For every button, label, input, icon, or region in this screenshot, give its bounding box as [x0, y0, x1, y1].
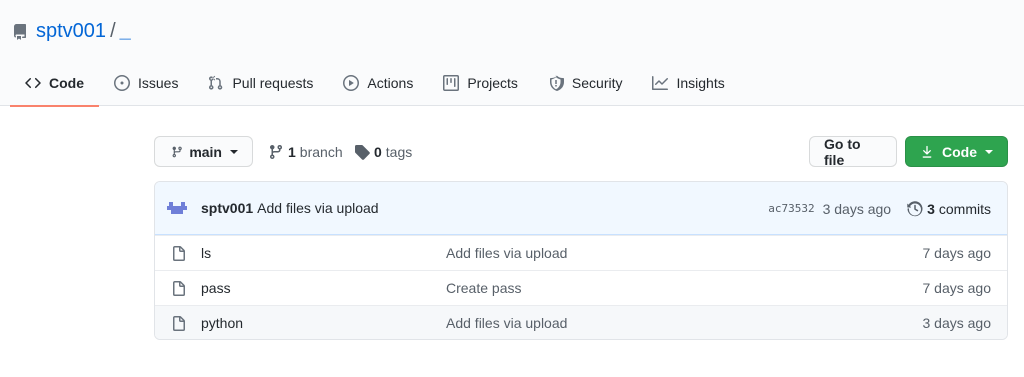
repo-tabs: Code Issues Pull requests Actions Projec…: [10, 60, 740, 107]
tab-security[interactable]: Security: [533, 60, 638, 106]
branch-select-button[interactable]: main: [154, 136, 253, 167]
branch-name: main: [189, 143, 222, 160]
tab-pull-requests[interactable]: Pull requests: [193, 60, 328, 106]
graph-icon: [652, 76, 669, 90]
play-icon: [343, 75, 360, 91]
tags-link[interactable]: 0 tags: [354, 136, 412, 167]
git-branch-icon: [172, 146, 182, 157]
file-commit-message-link[interactable]: Add files via upload: [446, 245, 567, 261]
commit-sha-link[interactable]: ac73532: [768, 202, 814, 215]
repo-name-link[interactable]: _: [120, 20, 131, 43]
branch-count: 1: [288, 143, 296, 160]
file-commit-message-link[interactable]: Create pass: [446, 280, 521, 296]
file-name-link[interactable]: pass: [201, 280, 231, 296]
repo-icon: [12, 23, 28, 40]
branches-link[interactable]: 1 branch: [268, 136, 343, 167]
code-icon: [25, 77, 41, 89]
download-icon: [922, 145, 932, 158]
file-name-link[interactable]: python: [201, 315, 243, 331]
file-age: 3 days ago: [922, 315, 992, 331]
branch-count-label: branch: [299, 143, 343, 160]
tab-label: Insights: [676, 75, 725, 91]
tab-label: Issues: [138, 75, 179, 91]
history-icon: [907, 200, 923, 216]
file-navigation: main 1 branch 0 tags Go to file Code: [154, 136, 1008, 168]
tag-icon: [355, 144, 370, 160]
git-pull-request-icon: [209, 75, 223, 90]
tag-count: 0: [374, 143, 382, 160]
latest-commit-bar: sptv001 Add files via upload ac73532 3 d…: [155, 182, 1007, 235]
commit-age: 3 days ago: [822, 200, 892, 217]
commits-history-link[interactable]: 3 commits: [907, 201, 991, 217]
chevron-down-icon: [985, 149, 993, 154]
file-list: sptv001 Add files via upload ac73532 3 d…: [154, 181, 1008, 340]
table-row[interactable]: python Add files via upload 3 days ago: [155, 305, 1007, 339]
repo-separator: /: [110, 19, 116, 42]
tag-count-label: tags: [385, 143, 413, 160]
avatar[interactable]: [167, 198, 187, 218]
tab-projects[interactable]: Projects: [428, 60, 533, 106]
tab-actions[interactable]: Actions: [328, 60, 428, 106]
file-name-link[interactable]: ls: [201, 245, 211, 261]
tab-label: Actions: [367, 75, 414, 91]
commit-count: 3: [927, 200, 935, 217]
git-branch-icon: [270, 144, 282, 159]
commit-count-label: commits: [938, 200, 991, 217]
issue-opened-icon: [114, 75, 130, 91]
tab-label: Pull requests: [232, 75, 314, 91]
file-age: 7 days ago: [922, 245, 992, 261]
file-icon: [171, 281, 187, 297]
chevron-down-icon: [230, 149, 238, 154]
tab-insights[interactable]: Insights: [637, 60, 739, 106]
tab-issues[interactable]: Issues: [99, 60, 193, 106]
tab-label: Projects: [467, 75, 518, 91]
tab-label: Code: [49, 75, 84, 91]
code-button-label: Code: [942, 143, 977, 160]
repo-owner-link[interactable]: sptv001: [36, 20, 106, 43]
repo-title: sptv001 / _: [12, 19, 131, 43]
file-commit-message-link[interactable]: Add files via upload: [446, 315, 567, 331]
project-icon: [443, 75, 460, 91]
tab-label: Security: [571, 75, 623, 91]
file-age: 7 days ago: [922, 280, 992, 296]
file-icon: [171, 246, 187, 262]
repo-header: sptv001 / _ Code Issues Pull requests Ac…: [0, 0, 1024, 107]
shield-icon: [549, 75, 564, 91]
commit-meta: ac73532 3 days ago 3 commits: [768, 182, 991, 235]
code-download-button[interactable]: Code: [905, 136, 1008, 167]
commit-message-link[interactable]: Add files via upload: [257, 200, 378, 216]
commit-author-link[interactable]: sptv001: [201, 200, 253, 216]
go-to-file-button[interactable]: Go to file: [809, 136, 897, 168]
table-row[interactable]: pass Create pass 7 days ago: [155, 270, 1007, 305]
tab-code[interactable]: Code: [10, 60, 99, 107]
table-row[interactable]: ls Add files via upload 7 days ago: [155, 235, 1007, 270]
file-icon: [171, 316, 187, 332]
